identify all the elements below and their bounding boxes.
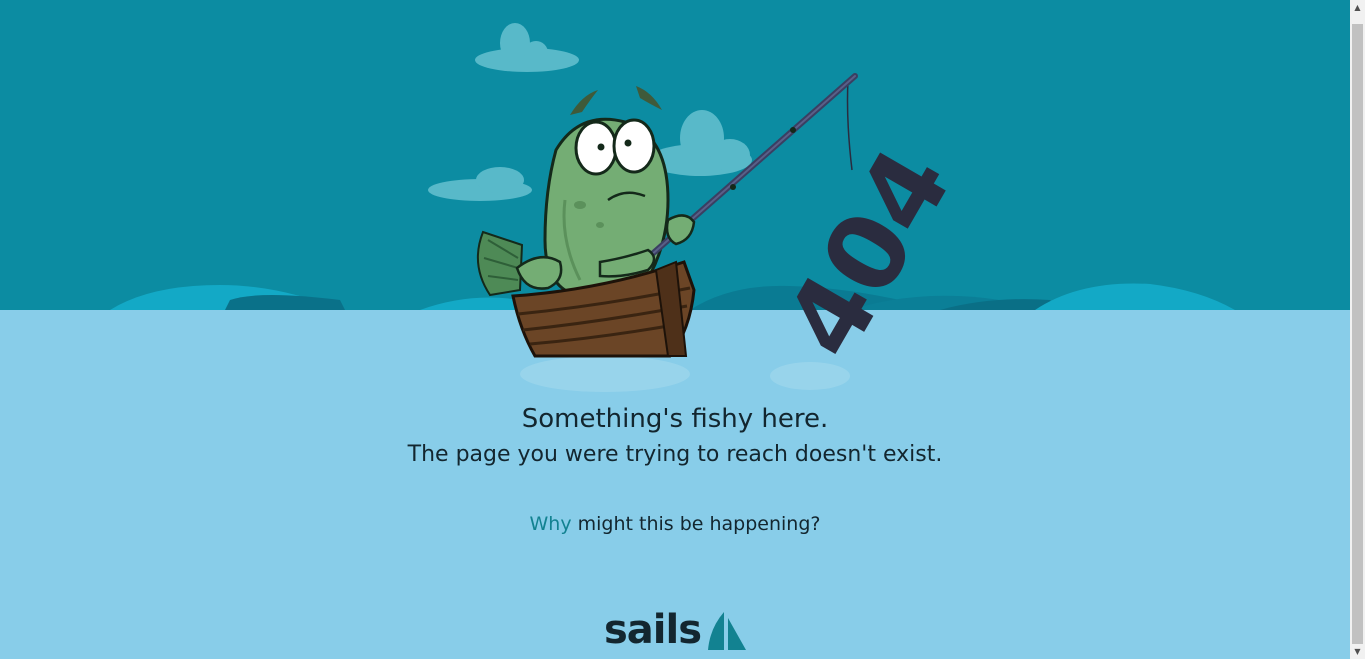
404-sign: 404: [761, 128, 975, 377]
page-headline: Something's fishy here.: [521, 404, 829, 434]
sails-logo[interactable]: sails: [600, 606, 750, 656]
scroll-down-icon[interactable]: ▼: [1350, 644, 1365, 659]
why-link[interactable]: Why: [530, 513, 572, 535]
page-subline: The page you were trying to reach doesn'…: [407, 442, 943, 467]
scroll-up-icon[interactable]: ▲: [1350, 0, 1365, 15]
sailboat-icon: [708, 612, 746, 650]
fishing-illustration: 404: [110, 23, 1235, 392]
sails-logo-text: sails: [604, 607, 702, 653]
page-viewport: 404 Something's fishy here. The page you…: [0, 0, 1350, 659]
help-line: Why might this be happening?: [0, 511, 1350, 537]
vertical-scrollbar[interactable]: ▲ ▼: [1350, 0, 1365, 659]
water-reflection: [520, 356, 850, 392]
cloud-icon: [475, 23, 579, 72]
scroll-thumb[interactable]: [1352, 24, 1363, 644]
help-line-text: might this be happening?: [571, 513, 821, 535]
